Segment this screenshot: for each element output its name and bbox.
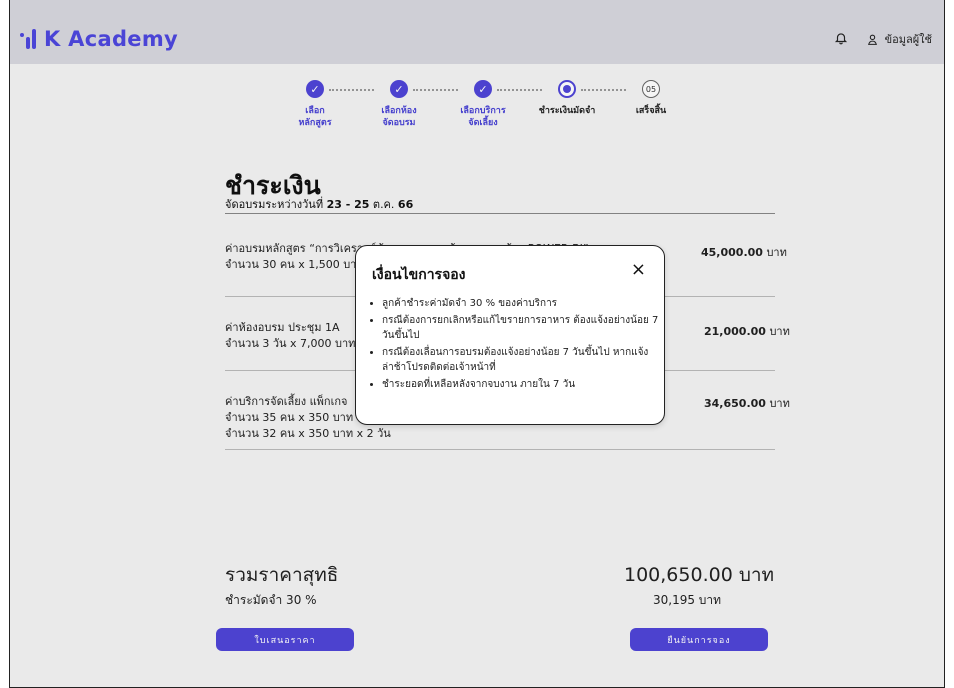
top-bar: K Academy ข้อมูลผู้ใช้	[10, 0, 944, 64]
conditions-list: ลูกค้าชำระค่ามัดจำ 30 % ของค่าบริการ กรณ…	[368, 296, 667, 394]
user-label: ข้อมูลผู้ใช้	[884, 33, 932, 46]
list-item: กรณีต้องการยกเลิกหรือแก้ไขรายการอาหาร ต้…	[382, 313, 667, 343]
list-item: ชำระยอดที่เหลือหลังจากจบงาน ภายใน 7 วัน	[382, 377, 667, 392]
brand[interactable]: K Academy	[20, 27, 178, 51]
bell-icon[interactable]	[834, 31, 848, 48]
booking-conditions-modal: เงื่อนไขการจอง × ลูกค้าชำระค่ามัดจำ 30 %…	[355, 245, 665, 425]
list-item: ลูกค้าชำระค่ามัดจำ 30 % ของค่าบริการ	[382, 296, 667, 311]
brand-name: K Academy	[44, 27, 179, 51]
app-frame: K Academy ข้อมูลผู้ใช้ ✓ เลือก หลักสูตร ✓…	[9, 0, 945, 688]
brand-logo-icon	[20, 29, 36, 49]
user-menu[interactable]: ข้อมูลผู้ใช้	[866, 30, 932, 48]
header-actions: ข้อมูลผู้ใช้	[834, 30, 932, 48]
list-item: กรณีต้องเลื่อนการอบรมต้องแจ้งอย่างน้อย 7…	[382, 345, 667, 375]
user-icon	[867, 34, 877, 45]
modal-title: เงื่อนไขการจอง	[372, 267, 466, 283]
close-icon[interactable]: ×	[631, 260, 646, 280]
